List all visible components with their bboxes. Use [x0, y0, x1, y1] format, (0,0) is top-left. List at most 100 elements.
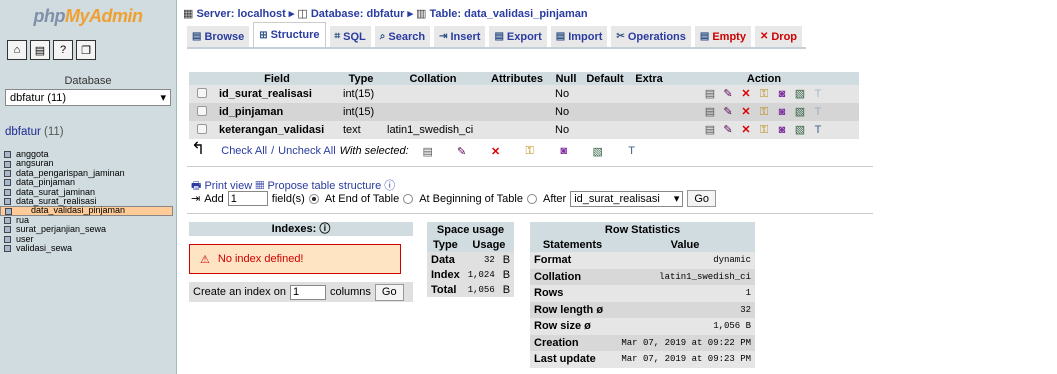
- create-index-row: Create an index on columns Go: [189, 282, 413, 302]
- fulltext-icon[interactable]: T: [624, 145, 640, 157]
- index-icon[interactable]: ▧: [792, 123, 808, 136]
- fulltext-icon[interactable]: T: [810, 124, 826, 136]
- edit-icon[interactable]: ✎: [720, 123, 736, 136]
- database-heading[interactable]: dbfatur (11): [5, 126, 176, 138]
- after-radio[interactable]: [526, 193, 537, 204]
- phpmyadmin-logo[interactable]: phpMyAdmin: [0, 0, 176, 40]
- add-go-button[interactable]: Go: [687, 190, 717, 207]
- tab-export[interactable]: ▤ Export: [489, 26, 547, 47]
- row-statistics-title: Row Statistics: [530, 222, 755, 237]
- edit-icon[interactable]: ✎: [720, 87, 736, 100]
- tab-operations[interactable]: ✂ Operations: [611, 26, 691, 47]
- chevron-down-icon: ▾: [673, 193, 680, 205]
- field-default: [581, 121, 629, 139]
- field-type: int(15): [339, 85, 383, 103]
- breadcrumb-server[interactable]: Server: localhost: [196, 8, 285, 20]
- table-icon[interactable]: [4, 245, 11, 253]
- unique-icon[interactable]: ◙: [774, 106, 790, 118]
- table-row: Rows 1: [530, 285, 755, 302]
- table-icon[interactable]: [4, 216, 11, 224]
- browse-icon[interactable]: ▤: [420, 145, 436, 158]
- tab-search[interactable]: ⌕ Search: [374, 26, 431, 47]
- tab-insert[interactable]: ⇥ Insert: [434, 26, 486, 47]
- index-icon[interactable]: ▧: [792, 87, 808, 100]
- browse-icon[interactable]: ▤: [702, 123, 718, 136]
- drop-icon[interactable]: ✕: [738, 105, 754, 118]
- chevron-down-icon: ▾: [160, 92, 166, 104]
- table-icon[interactable]: [4, 169, 11, 177]
- row-checkbox[interactable]: [197, 87, 207, 98]
- database-select[interactable]: dbfatur (11) ▾: [5, 89, 171, 106]
- indexes-heading: Indexes: ⓘ: [189, 222, 413, 236]
- table-row: keterangan_validasi text latin1_swedish_ci…: [189, 121, 859, 139]
- unique-icon[interactable]: ◙: [556, 145, 572, 157]
- at-end-radio[interactable]: [308, 193, 319, 204]
- unique-icon[interactable]: ◙: [774, 124, 790, 136]
- drop-icon[interactable]: ✕: [738, 123, 754, 136]
- drop-icon[interactable]: ✕: [488, 145, 504, 158]
- docs-icon[interactable]: ?: [53, 40, 73, 60]
- after-field-select[interactable]: id_surat_realisasi ▾: [570, 190, 684, 207]
- fulltext-icon[interactable]: T: [810, 106, 826, 118]
- table-icon[interactable]: [4, 151, 11, 159]
- field-extra: [629, 103, 669, 121]
- fulltext-icon[interactable]: T: [810, 88, 826, 100]
- at-beginning-radio[interactable]: [403, 193, 414, 204]
- table-row: id_pinjaman int(15) No ▤ ✎ ✕ ⚿ ◙ ▧ T: [189, 103, 859, 121]
- table-icon[interactable]: [4, 188, 11, 196]
- primary-key-icon[interactable]: ⚿: [756, 88, 772, 101]
- copy-icon[interactable]: ❐: [76, 40, 96, 60]
- table-icon[interactable]: [5, 207, 12, 215]
- col-header: Collation: [383, 72, 483, 85]
- table-icon[interactable]: [4, 235, 11, 243]
- help-icon[interactable]: ⓘ: [319, 223, 330, 235]
- index-icon[interactable]: ▧: [590, 145, 606, 158]
- field-attributes: [483, 103, 551, 121]
- table-icon[interactable]: [4, 179, 11, 187]
- row-checkbox[interactable]: [197, 105, 207, 116]
- table-icon[interactable]: [4, 198, 11, 206]
- field-name: id_surat_realisasi: [215, 85, 339, 103]
- table-icon[interactable]: [4, 160, 11, 168]
- browse-icon[interactable]: ▤: [702, 87, 718, 100]
- row-statistics-table: Row Statistics Statements Value Format dy…: [530, 222, 755, 368]
- edit-icon[interactable]: ✎: [720, 105, 736, 118]
- tab-drop[interactable]: ✕ Drop: [754, 26, 803, 47]
- sql-query-icon[interactable]: ▤: [30, 40, 50, 60]
- home-icon[interactable]: ⌂: [7, 40, 27, 60]
- table-icon: ▥: [416, 8, 427, 20]
- index-columns-input[interactable]: [289, 284, 326, 300]
- primary-key-icon[interactable]: ⚿: [522, 145, 538, 158]
- index-icon[interactable]: ▧: [792, 105, 808, 118]
- tab-sql[interactable]: ⌗ SQL: [329, 26, 371, 47]
- breadcrumb-database[interactable]: Database: dbfatur: [311, 8, 405, 20]
- field-default: [581, 103, 629, 121]
- table-row: Row length ø 32: [530, 301, 755, 318]
- drop-icon[interactable]: ✕: [738, 87, 754, 100]
- primary-key-icon[interactable]: ⚿: [756, 124, 772, 137]
- unique-icon[interactable]: ◙: [774, 88, 790, 100]
- table-icon[interactable]: [4, 226, 11, 234]
- field-name: id_pinjaman: [215, 103, 339, 121]
- tab-empty[interactable]: ▤ Empty: [694, 26, 751, 47]
- sidebar-table-item[interactable]: validasi_sewa: [4, 243, 176, 253]
- uncheck-all-link[interactable]: Uncheck All: [278, 145, 335, 157]
- row-checkbox[interactable]: [197, 123, 207, 134]
- insert-icon: ⇥: [439, 31, 448, 42]
- primary-key-icon[interactable]: ⚿: [756, 106, 772, 119]
- breadcrumb-table[interactable]: Table: data_validasi_pinjaman: [429, 8, 587, 20]
- col-header: Field: [215, 72, 339, 85]
- tab-structure[interactable]: ⊞ Structure: [253, 22, 326, 47]
- tab-import[interactable]: ▤ Import: [550, 26, 608, 47]
- indexes-section: Indexes: ⓘ ⚠ No index defined! Create an …: [189, 222, 413, 302]
- browse-icon[interactable]: ▤: [702, 105, 718, 118]
- table-row: Creation Mar 07, 2019 at 09:22 PM: [530, 334, 755, 351]
- with-selected-label: With selected:: [339, 145, 409, 157]
- edit-icon[interactable]: ✎: [454, 145, 470, 158]
- tab-browse[interactable]: ▤ Browse: [187, 26, 250, 47]
- check-all-link[interactable]: Check All: [221, 145, 267, 157]
- add-count-input[interactable]: [227, 191, 268, 206]
- field-default: [581, 85, 629, 103]
- create-index-go-button[interactable]: Go: [374, 283, 404, 301]
- field-extra: [629, 85, 669, 103]
